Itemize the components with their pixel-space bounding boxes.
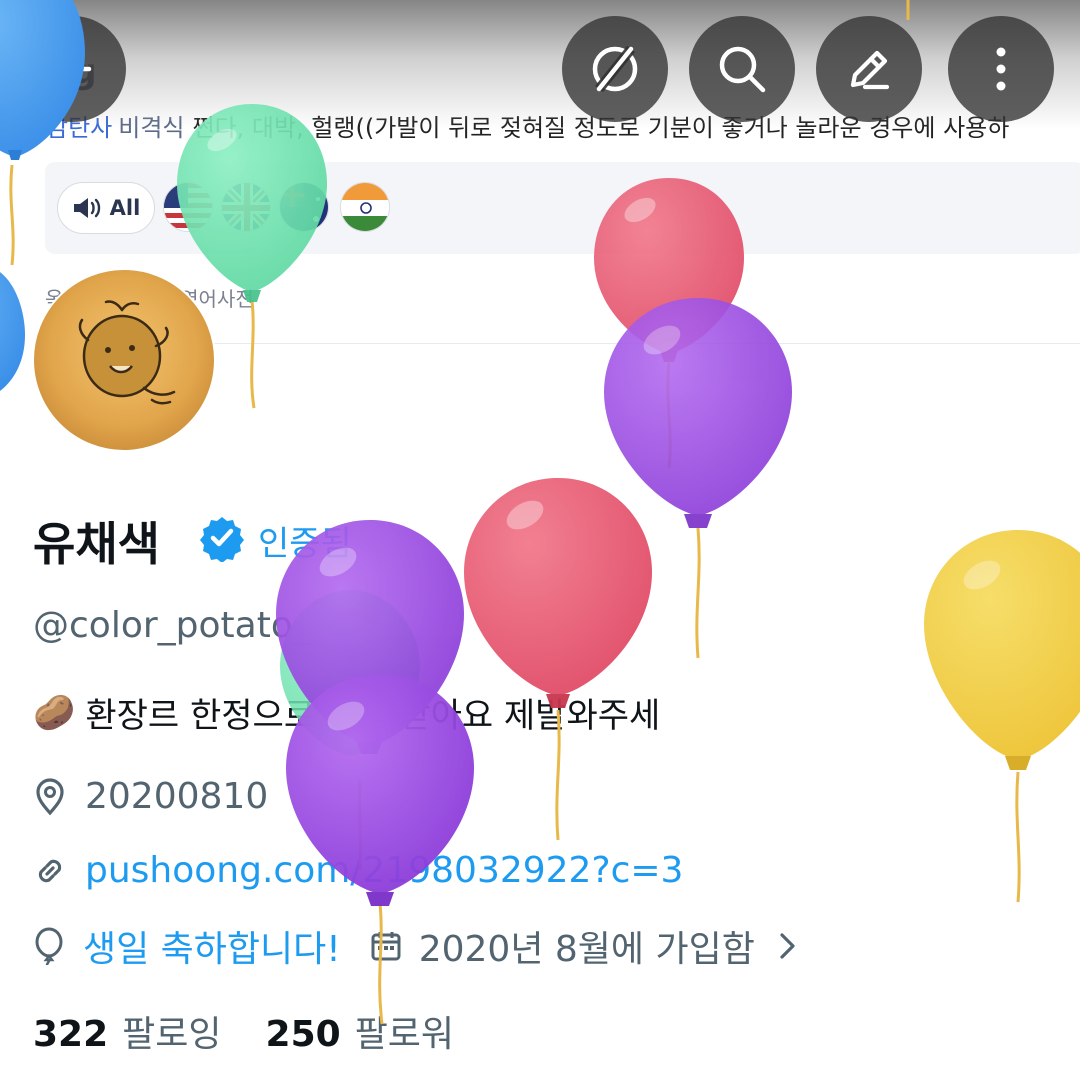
pronunciation-all-button[interactable]: All	[57, 182, 155, 234]
birthday-text[interactable]: 생일 축하합니다!	[83, 920, 341, 972]
following-label[interactable]: 팔로잉	[122, 1005, 221, 1057]
display-name: 유채색	[33, 517, 160, 571]
website-row[interactable]: pushoong.com/2198032922?c=3	[33, 850, 683, 891]
balloon-icon	[35, 927, 63, 966]
balloon-red-2	[464, 478, 652, 708]
au-flag-icon[interactable]	[279, 182, 329, 232]
edit-button[interactable]	[816, 16, 922, 122]
pronunciation-all-label: All	[109, 196, 141, 220]
balloon-yellow-1	[924, 530, 1080, 770]
search-button[interactable]	[689, 16, 795, 122]
uk-flag-icon[interactable]	[221, 182, 271, 232]
link-icon	[38, 859, 62, 882]
pronunciation-panel: All	[45, 162, 1080, 254]
verified-badge-icon[interactable]	[198, 514, 246, 562]
follow-stats: 322 팔로잉 250 팔로워	[33, 1005, 498, 1057]
speaker-icon	[73, 198, 100, 218]
birthday-joined-row: 생일 축하합니다! 2020년 8월에 가입함	[33, 920, 817, 972]
potato-emoji-icon: 🥔	[33, 692, 76, 733]
in-flag-icon[interactable]	[340, 182, 390, 232]
following-count[interactable]: 322	[33, 1014, 108, 1055]
verified-label[interactable]: 인증됨	[258, 516, 352, 565]
calendar-icon	[371, 932, 401, 961]
more-vertical-icon	[996, 47, 1006, 91]
followers-count[interactable]: 250	[266, 1014, 341, 1055]
pencil-icon	[850, 50, 890, 90]
compass-icon	[592, 45, 638, 93]
website-link[interactable]: pushoong.com/2198032922?c=3	[85, 850, 683, 891]
chevron-right-icon[interactable]	[777, 929, 799, 963]
bio: 🥔 환장르 한정으로 썰 다받아요 제발와주세	[33, 688, 660, 737]
user-handle: @color_potato_	[33, 605, 311, 646]
divider	[200, 343, 1080, 344]
avatar[interactable]	[32, 268, 216, 452]
arrow-left-icon	[55, 53, 92, 85]
location-pin-icon	[36, 777, 64, 815]
explore-button[interactable]	[562, 16, 668, 122]
back-button[interactable]	[20, 16, 126, 122]
us-flag-icon[interactable]	[163, 182, 213, 232]
more-button[interactable]	[948, 16, 1054, 122]
potato-character-icon	[78, 300, 176, 405]
location-text: 20200810	[85, 776, 269, 817]
joined-date: 2020년 8월에 가입함	[418, 929, 755, 970]
bio-text: 환장르 한정으로 썰 다받아요 제발와주세	[85, 696, 661, 736]
location-row: 20200810	[33, 776, 268, 817]
followers-label[interactable]: 팔로워	[355, 1005, 454, 1057]
search-icon	[719, 46, 766, 93]
